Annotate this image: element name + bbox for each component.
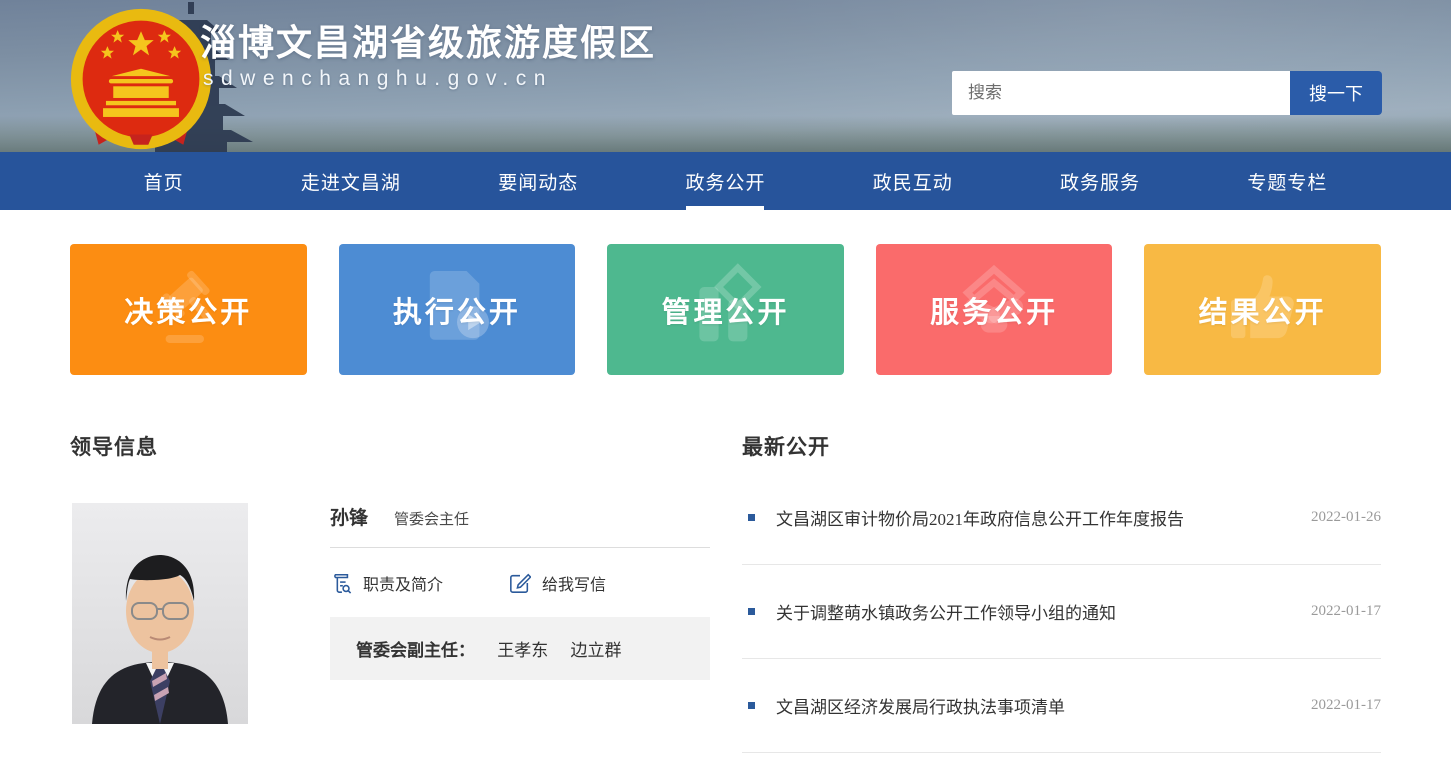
nav-item-gov-disclosure[interactable]: 政务公开 — [632, 152, 819, 210]
leader-title: 管委会主任 — [394, 508, 469, 529]
search-bar: 搜一下 — [952, 71, 1382, 115]
tile-decision-disclosure[interactable]: 决策公开 — [70, 244, 307, 375]
tile-service-disclosure[interactable]: 服务公开 — [876, 244, 1113, 375]
national-emblem-logo — [68, 6, 214, 152]
write-letter-label: 给我写信 — [542, 571, 606, 595]
news-title[interactable]: 文昌湖区审计物价局2021年政府信息公开工作年度报告 — [776, 505, 1311, 530]
tile-execution-disclosure[interactable]: 执行公开 — [339, 244, 576, 375]
square-bullet-icon — [748, 702, 755, 709]
nav-item-topics[interactable]: 专题专栏 — [1194, 152, 1381, 210]
write-letter-icon — [509, 572, 531, 594]
news-row[interactable]: 关于调整萌水镇政务公开工作领导小组的通知 2022-01-17 — [742, 565, 1381, 659]
leadership-heading: 领导信息 — [70, 431, 710, 461]
news-list: 文昌湖区审计物价局2021年政府信息公开工作年度报告 2022-01-26 关于… — [742, 471, 1381, 753]
disclosure-tiles: 决策公开 执行公开 管理公开 服务公开 结果公开 — [70, 244, 1381, 375]
news-date: 2022-01-17 — [1311, 697, 1381, 714]
leader-name-line: 孙锋 管委会主任 — [330, 503, 710, 530]
main-content: 领导信息 — [70, 375, 1381, 753]
square-bullet-icon — [748, 608, 755, 615]
nav-item-interaction[interactable]: 政民互动 — [819, 152, 1006, 210]
deputy-name[interactable]: 边立群 — [571, 641, 622, 660]
search-input[interactable] — [952, 71, 1290, 115]
nav-item-home[interactable]: 首页 — [70, 152, 257, 210]
leader-portrait-photo[interactable] — [72, 503, 248, 724]
main-navigation: 首页 走进文昌湖 要闻动态 政务公开 政民互动 政务服务 专题专栏 — [0, 152, 1451, 210]
leadership-section: 领导信息 — [70, 375, 710, 753]
latest-disclosure-section: 最新公开 文昌湖区审计物价局2021年政府信息公开工作年度报告 2022-01-… — [742, 375, 1381, 753]
divider — [330, 547, 710, 548]
leader-name[interactable]: 孙锋 — [330, 503, 368, 530]
nav-item-services[interactable]: 政务服务 — [1006, 152, 1193, 210]
deputy-directors-box: 管委会副主任： 王孝东 边立群 — [330, 617, 710, 680]
news-date: 2022-01-17 — [1311, 603, 1381, 620]
site-domain: sdwenchanghu.gov.cn — [203, 67, 553, 91]
news-title[interactable]: 文昌湖区经济发展局行政执法事项清单 — [776, 693, 1311, 718]
tile-management-disclosure[interactable]: 管理公开 — [607, 244, 844, 375]
duties-intro-label: 职责及简介 — [363, 571, 443, 595]
news-title[interactable]: 关于调整萌水镇政务公开工作领导小组的通知 — [776, 599, 1311, 624]
deputy-label: 管委会副主任： — [356, 641, 475, 660]
news-row[interactable]: 文昌湖区经济发展局行政执法事项清单 2022-01-17 — [742, 659, 1381, 753]
news-date: 2022-01-26 — [1311, 509, 1381, 526]
site-logo-brand[interactable]: 淄博文昌湖省级旅游度假区 sdwenchanghu.gov.cn — [0, 0, 760, 152]
nav-item-news[interactable]: 要闻动态 — [445, 152, 632, 210]
site-title: 淄博文昌湖省级旅游度假区 — [200, 14, 656, 66]
duties-intro-link[interactable]: 职责及简介 — [330, 571, 443, 595]
news-row[interactable]: 文昌湖区审计物价局2021年政府信息公开工作年度报告 2022-01-26 — [742, 471, 1381, 565]
search-button[interactable]: 搜一下 — [1290, 71, 1382, 115]
nav-item-about[interactable]: 走进文昌湖 — [257, 152, 444, 210]
latest-disclosure-heading: 最新公开 — [742, 431, 1381, 461]
square-bullet-icon — [748, 514, 755, 521]
deputy-name[interactable]: 王孝东 — [497, 641, 548, 660]
duties-doc-icon — [330, 572, 352, 594]
site-banner: 淄博文昌湖省级旅游度假区 sdwenchanghu.gov.cn 搜一下 — [0, 0, 1451, 152]
write-letter-link[interactable]: 给我写信 — [509, 571, 606, 595]
tile-result-disclosure[interactable]: 结果公开 — [1144, 244, 1381, 375]
